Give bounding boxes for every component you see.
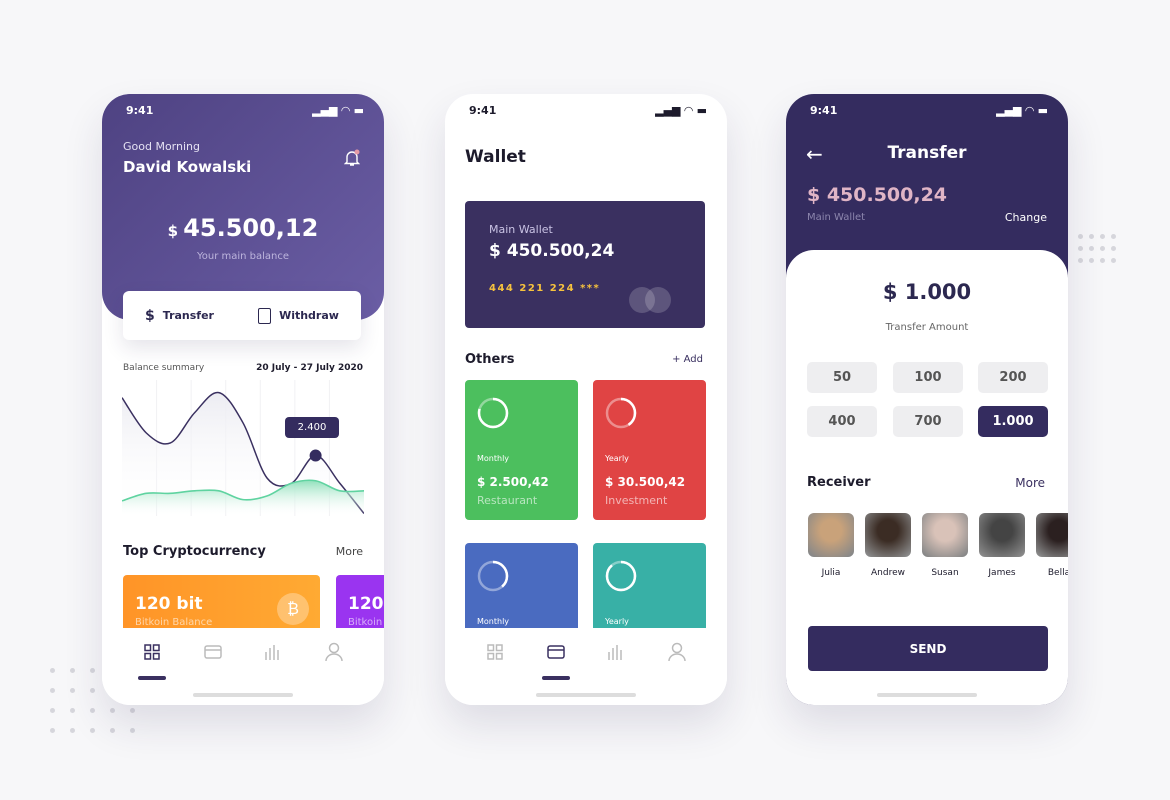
amount-label: Transfer Amount	[885, 322, 969, 333]
home-indicator	[877, 693, 977, 697]
page-title: Transfer	[887, 143, 967, 163]
progress-ring-icon	[477, 397, 509, 429]
amount-option[interactable]: 100	[893, 362, 963, 393]
category: Restaurant	[477, 494, 538, 507]
period: Monthly	[477, 617, 510, 626]
time: 9:41	[126, 104, 154, 117]
crypto-amount: 120	[348, 594, 384, 614]
profile-icon[interactable]	[665, 640, 689, 664]
amount-option[interactable]: 50	[807, 362, 877, 393]
amount: $ 30.500,42	[605, 475, 686, 489]
decor-dots	[1078, 234, 1116, 263]
amount-option-selected[interactable]: 1.000	[978, 406, 1048, 437]
grid-icon[interactable]	[138, 640, 167, 680]
home-indicator	[193, 693, 293, 697]
card-balance: $ 450.500,24	[489, 241, 615, 261]
wallet-balance: $ 450.500,24	[807, 184, 948, 206]
main-balance: $ 45.500,12	[167, 214, 319, 242]
wallet-label: Main Wallet	[807, 212, 866, 223]
transfer-amount: $ 1.000	[882, 280, 972, 304]
stats-icon[interactable]	[604, 640, 628, 664]
transfer-button[interactable]: $ Transfer	[145, 308, 214, 324]
grid-icon[interactable]	[483, 640, 507, 664]
home-screen: 9:41 ▂▄▆ ◠ ▬ Good Morning David Kowalski …	[102, 94, 384, 705]
progress-ring-icon	[605, 560, 637, 592]
withdraw-icon	[258, 307, 272, 324]
receiver-avatar[interactable]	[1036, 513, 1068, 557]
card-icon[interactable]	[201, 640, 225, 664]
profile-icon[interactable]	[322, 640, 346, 664]
bell-icon[interactable]	[343, 149, 361, 167]
wallet-item[interactable]: Yearly $ 30.500,42 Investment	[593, 380, 706, 520]
amount-option[interactable]: 400	[807, 406, 877, 437]
card-icon[interactable]	[541, 640, 570, 680]
period: Yearly	[605, 454, 629, 463]
card-brand-icon	[629, 287, 671, 313]
highlight-point[interactable]	[309, 449, 322, 462]
wallet-item[interactable]: Monthly $ 2.500,42 Restaurant	[465, 380, 578, 520]
greeting: Good Morning	[123, 140, 200, 153]
summary-label: Balance summary	[123, 363, 205, 373]
more-link[interactable]: More	[1015, 476, 1045, 490]
section-title: Receiver	[807, 475, 871, 490]
more-link[interactable]: More	[336, 545, 363, 558]
time: 9:41	[469, 104, 497, 117]
header	[102, 94, 384, 320]
section-title: Top Cryptocurrency	[123, 544, 266, 559]
withdraw-button[interactable]: Withdraw	[258, 307, 339, 324]
status-bar: 9:41 ▂▄▆ ◠ ▬	[469, 104, 707, 117]
amount-option[interactable]: 700	[893, 406, 963, 437]
transfer-label: Transfer	[162, 309, 214, 322]
category: Investment	[605, 494, 668, 507]
receiver-avatar[interactable]	[808, 513, 854, 557]
change-button[interactable]: Change	[1005, 211, 1047, 224]
user-name: David Kowalski	[123, 158, 252, 176]
send-button[interactable]: SEND	[808, 626, 1048, 671]
bitcoin-icon: ₿	[277, 593, 309, 625]
balance-chart	[122, 380, 364, 516]
page-title: Wallet	[465, 147, 526, 167]
amount: $ 2.500,42	[477, 475, 549, 489]
wallet-screen: 9:41 ▂▄▆ ◠ ▬ Wallet Main Wallet $ 450.500…	[445, 94, 727, 705]
date-range: 20 July - 27 July 2020	[256, 363, 363, 373]
status-bar: 9:41 ▂▄▆ ◠ ▬	[126, 104, 364, 117]
stats-icon[interactable]	[261, 640, 285, 664]
coins-icon: $	[145, 307, 155, 324]
progress-ring-icon	[477, 560, 509, 592]
receiver-name: Bella	[1047, 568, 1068, 578]
period: Monthly	[477, 454, 510, 463]
period: Yearly	[605, 617, 629, 626]
home-indicator	[536, 693, 636, 697]
transfer-screen: 9:41 ▂▄▆ ◠ ▬ ← Transfer $ 450.500,24 Main…	[786, 94, 1068, 705]
time: 9:41	[810, 104, 838, 117]
crypto-label: Bitkoin	[348, 617, 383, 628]
receiver-avatar[interactable]	[979, 513, 1025, 557]
chart-tooltip: 2.400	[285, 417, 339, 438]
card-label: Main Wallet	[489, 223, 553, 236]
signal-wifi-battery-icon: ▂▄▆ ◠ ▬	[655, 104, 707, 117]
signal-wifi-battery-icon: ▂▄▆ ◠ ▬	[996, 104, 1048, 117]
withdraw-label: Withdraw	[279, 309, 339, 322]
section-title: Others	[465, 352, 515, 367]
receiver-avatar[interactable]	[865, 513, 911, 557]
action-card: $ Transfer Withdraw	[123, 291, 361, 340]
add-button[interactable]: + Add	[672, 354, 703, 365]
status-bar: 9:41 ▂▄▆ ◠ ▬	[810, 104, 1048, 117]
balance-label: Your main balance	[196, 251, 290, 262]
main-wallet-card[interactable]: Main Wallet $ 450.500,24 444 221 224 ***	[465, 201, 705, 328]
receiver-avatar[interactable]	[922, 513, 968, 557]
progress-ring-icon	[605, 397, 637, 429]
amount-option[interactable]: 200	[978, 362, 1048, 393]
signal-wifi-battery-icon: ▂▄▆ ◠ ▬	[312, 104, 364, 117]
